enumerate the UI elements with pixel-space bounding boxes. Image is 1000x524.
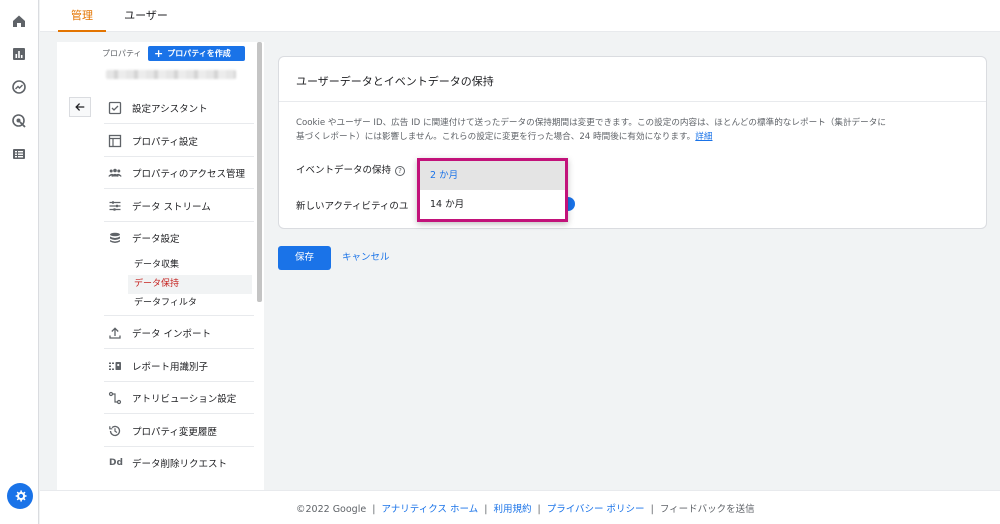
create-property-label: プロパティを作成 <box>167 49 231 58</box>
sub-item-data-retention[interactable]: データ保持 <box>128 275 252 294</box>
layout-icon <box>108 134 122 148</box>
card-divider <box>279 101 986 102</box>
nav-divider <box>104 315 254 316</box>
save-button[interactable]: 保存 <box>278 246 331 270</box>
learn-more-link[interactable]: 詳細 <box>695 132 712 142</box>
admin-gear-icon[interactable] <box>7 483 33 509</box>
explore-icon[interactable] <box>11 79 27 95</box>
streams-icon <box>108 199 122 213</box>
left-rail <box>0 0 39 524</box>
description-line-2: 基づくレポート）には影響しません。これらの設定に変更を行った場合、24 時間後に… <box>296 132 696 142</box>
option-2-months[interactable]: 2 か月 <box>420 161 565 190</box>
analytics-home-link[interactable]: アナリティクス ホーム <box>381 504 478 515</box>
property-selector-redacted[interactable] <box>106 70 236 79</box>
history-icon <box>108 424 122 438</box>
help-icon[interactable]: ? <box>395 165 406 176</box>
data-retention-card: ユーザーデータとイベントデータの保持 Cookie やユーザー ID、広告 ID… <box>278 56 987 229</box>
footer: ©2022 Google | アナリティクス ホーム | 利用規約 | プライバ… <box>40 490 1000 524</box>
property-label: プロパティ <box>102 49 142 58</box>
nav-item-data-import[interactable]: データ インポート <box>104 317 254 349</box>
advertising-icon[interactable] <box>11 113 27 129</box>
option-14-months[interactable]: 14 か月 <box>420 190 565 219</box>
nav-item-label: プロパティのアクセス管理 <box>132 168 245 180</box>
configure-icon[interactable] <box>11 146 27 162</box>
terms-link[interactable]: 利用規約 <box>493 504 531 515</box>
retention-period-dropdown: 2 か月 14 か月 <box>417 158 568 222</box>
sub-item-data-filters[interactable]: データフィルタ <box>128 294 252 313</box>
nav-item-label: データ削除リクエスト <box>132 459 228 470</box>
nav-item-data-streams[interactable]: データ ストリーム <box>104 190 254 222</box>
arrow-left-icon <box>75 103 85 111</box>
description-line-1: Cookie やユーザー ID、広告 ID に関連付けて送ったデータの保持期間は… <box>296 118 886 128</box>
plus-icon: + <box>154 47 164 60</box>
nav-item-property-access[interactable]: プロパティのアクセス管理 <box>104 157 254 189</box>
tab-admin[interactable]: 管理 <box>58 0 106 32</box>
database-icon <box>108 231 122 245</box>
sub-item-data-collection[interactable]: データ収集 <box>128 256 252 275</box>
new-activity-label: 新しいアクティビティのユ <box>296 201 409 212</box>
privacy-policy-link[interactable]: プライバシー ポリシー <box>547 504 645 515</box>
nav-item-label: レポート用識別子 <box>132 361 209 373</box>
nav-item-label: プロパティ設定 <box>132 136 198 148</box>
identifier-icon <box>108 359 122 373</box>
nav-item-property-settings[interactable]: プロパティ設定 <box>104 125 254 157</box>
footer-links: ©2022 Google | アナリティクス ホーム | 利用規約 | プライバ… <box>296 501 755 515</box>
dd-icon: Dd <box>109 458 123 468</box>
home-icon[interactable] <box>11 13 27 29</box>
attribution-icon <box>108 391 122 405</box>
card-title: ユーザーデータとイベントデータの保持 <box>296 75 494 88</box>
upload-icon <box>108 326 122 340</box>
tab-user[interactable]: ユーザー <box>118 0 174 32</box>
checkbox-icon <box>108 101 122 115</box>
top-tab-bar: 管理 ユーザー <box>40 0 1000 32</box>
card-description: Cookie やユーザー ID、広告 ID に関連付けて送ったデータの保持期間は… <box>296 116 976 144</box>
footer-separator: | <box>372 504 376 515</box>
people-icon <box>108 166 122 180</box>
event-data-retention-label: イベントデータの保持? <box>296 162 406 176</box>
reports-icon[interactable] <box>11 46 27 62</box>
event-data-retention-text: イベントデータの保持 <box>296 165 392 176</box>
nav-item-label: アトリビューション設定 <box>132 393 237 405</box>
copyright-text: ©2022 Google <box>296 504 367 515</box>
nav-item-label: 設定アシスタント <box>132 103 208 115</box>
nav-item-attribution-settings[interactable]: アトリビューション設定 <box>104 382 254 414</box>
create-property-button[interactable]: + プロパティを作成 <box>148 46 245 61</box>
send-feedback-link[interactable]: フィードバックを送信 <box>660 504 755 515</box>
nav-item-data-settings[interactable]: データ設定 <box>104 222 254 254</box>
footer-separator: | <box>537 504 541 515</box>
nav-item-label: データ設定 <box>132 234 180 245</box>
nav-item-label: データ インポート <box>132 328 212 340</box>
footer-separator: | <box>650 504 654 515</box>
back-button[interactable] <box>69 97 91 117</box>
cancel-button[interactable]: キャンセル <box>342 246 390 270</box>
nav-scrollbar[interactable] <box>257 42 262 302</box>
nav-item-label: プロパティ変更履歴 <box>132 426 217 438</box>
nav-item-data-deletion-requests[interactable]: Dd データ削除リクエスト <box>104 447 254 479</box>
nav-item-property-change-history[interactable]: プロパティ変更履歴 <box>104 415 254 447</box>
nav-item-setup-assistant[interactable]: 設定アシスタント <box>104 92 254 124</box>
nav-item-label: データ ストリーム <box>132 201 211 213</box>
nav-item-reporting-identity[interactable]: レポート用識別子 <box>104 350 254 382</box>
footer-separator: | <box>484 504 488 515</box>
